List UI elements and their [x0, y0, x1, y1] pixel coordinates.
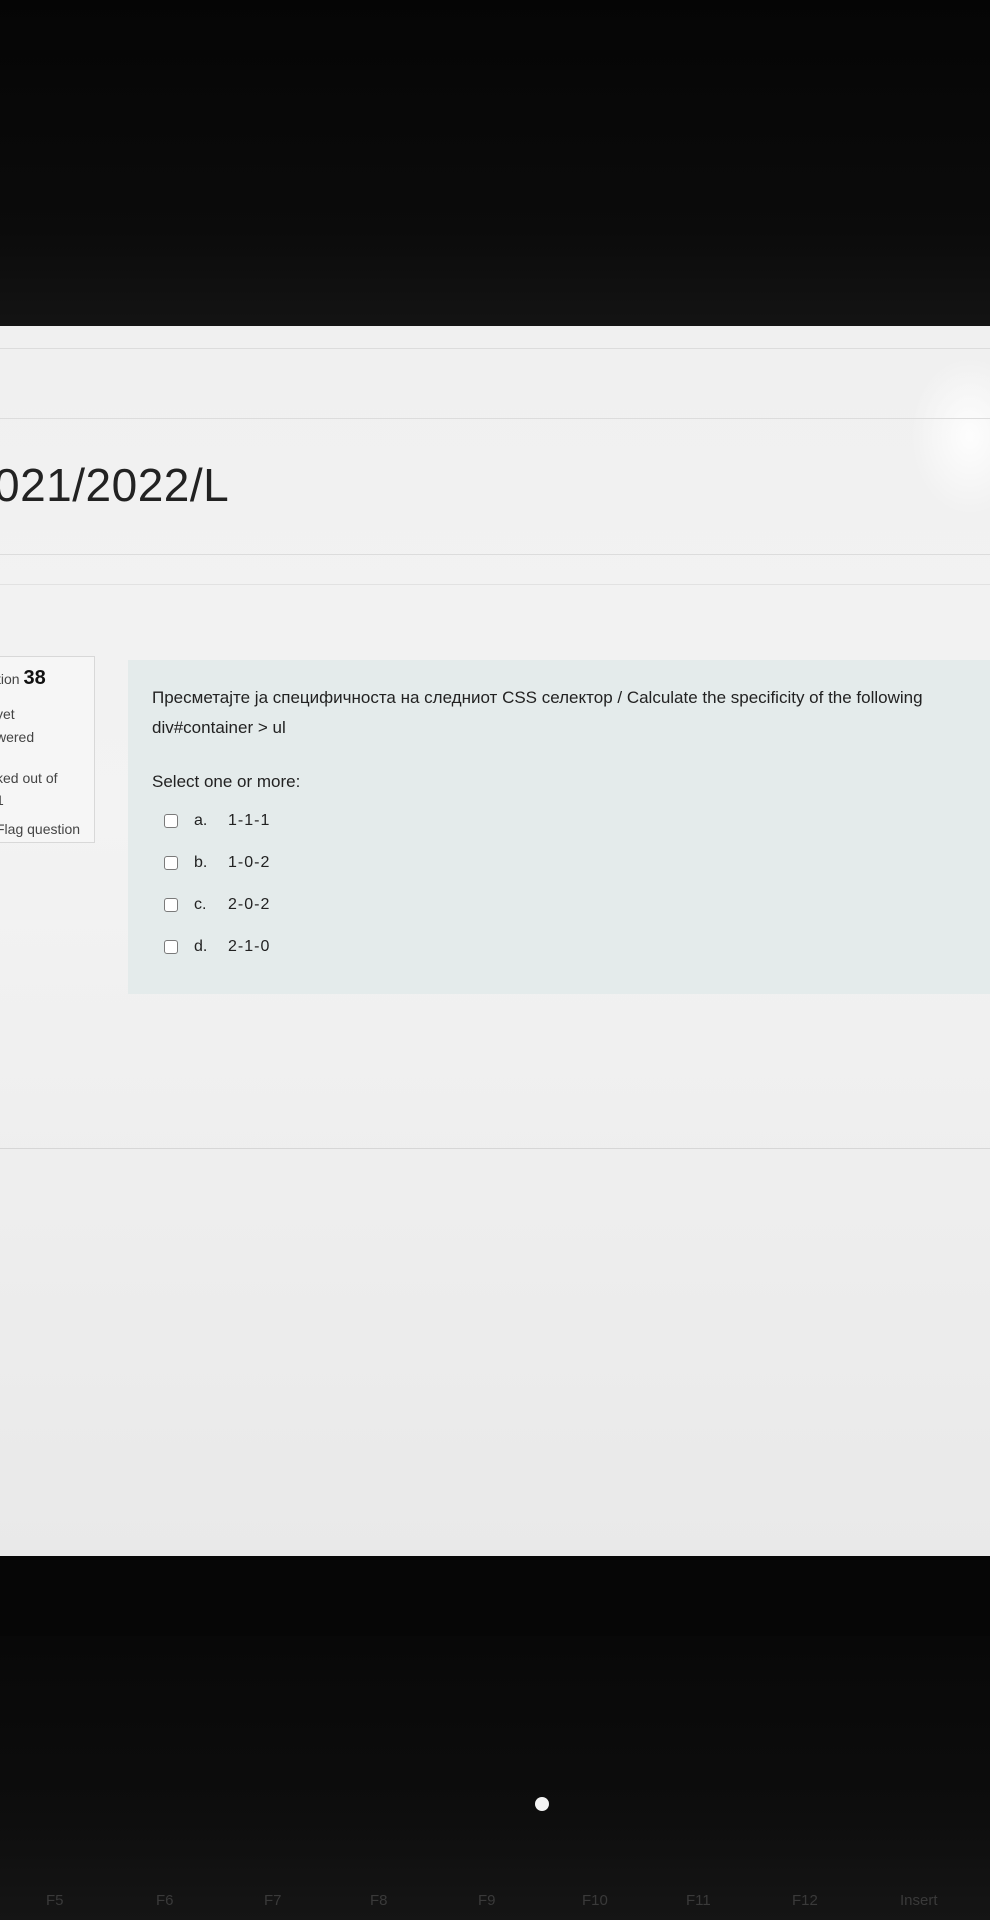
keyboard-function-row: F5 F6 F7 F8 F9 F10 F11 F12 Insert — [0, 1892, 990, 1918]
question-label: stion — [0, 671, 20, 687]
screen-glare — [910, 356, 990, 516]
key-f6: F6 — [156, 1892, 174, 1909]
answer-letter: a. — [194, 812, 208, 829]
answer-letter: c. — [194, 896, 207, 913]
top-divider — [0, 348, 990, 349]
power-indicator-icon — [535, 1797, 549, 1811]
question-state-line1: yet — [0, 706, 15, 722]
answer-value[interactable]: 2-1-0 — [228, 938, 270, 956]
question-number-value: 38 — [23, 667, 46, 689]
key-f9: F9 — [478, 1892, 496, 1909]
title-divider — [0, 554, 990, 555]
flag-question-link[interactable]: Flag question — [0, 821, 80, 837]
answer-prompt: Select one or more: — [152, 772, 301, 791]
question-info-box: stion 38 yet wered ked out of 1 Flag que… — [0, 656, 95, 843]
browser-screen: 021/2022/L stion 38 yet wered ked out of… — [0, 326, 990, 1556]
css-selector-text: div#container > ul — [152, 718, 286, 737]
key-f12: F12 — [792, 1892, 818, 1909]
key-f10: F10 — [582, 1892, 608, 1909]
answer-value[interactable]: 1-0-2 — [228, 854, 270, 872]
question-number: stion 38 — [0, 667, 46, 690]
question-state: yet wered — [0, 703, 34, 749]
header-divider — [0, 418, 990, 419]
question-grade-line2: 1 — [0, 789, 58, 811]
key-f11: F11 — [686, 1892, 711, 1909]
answer-value[interactable]: 1-1-1 — [228, 812, 270, 830]
question-grade-line1: ked out of — [0, 770, 58, 786]
course-title: 021/2022/L — [0, 459, 230, 511]
monitor-bezel-bottom — [0, 1636, 990, 1920]
answer-value[interactable]: 2-0-2 — [228, 896, 270, 914]
monitor-bezel-top — [0, 0, 990, 330]
answer-checkbox-d[interactable] — [164, 940, 178, 954]
answer-checkbox-a[interactable] — [164, 814, 178, 828]
question-grade: ked out of 1 — [0, 767, 58, 811]
content-divider — [0, 1148, 990, 1149]
key-f8: F8 — [370, 1892, 388, 1909]
key-f5: F5 — [46, 1892, 64, 1909]
answer-option-a[interactable]: a. 1-1-1 — [164, 800, 270, 842]
key-f7: F7 — [264, 1892, 282, 1909]
answer-letter: d. — [194, 938, 208, 955]
question-content: Пресметајте ја специфичноста на следниот… — [128, 660, 990, 994]
answer-checkbox-b[interactable] — [164, 856, 178, 870]
answer-letter: b. — [194, 854, 208, 871]
title-divider-2 — [0, 584, 990, 585]
question-text: Пресметајте ја специфичноста на следниот… — [152, 688, 923, 707]
answer-option-c[interactable]: c. 2-0-2 — [164, 884, 270, 926]
answer-option-b[interactable]: b. 1-0-2 — [164, 842, 270, 884]
question-state-line2: wered — [0, 729, 35, 745]
answer-checkbox-c[interactable] — [164, 898, 178, 912]
answer-list: a. 1-1-1 b. 1-0-2 c. 2-0-2 d. 2-1-0 — [164, 800, 270, 968]
answer-option-d[interactable]: d. 2-1-0 — [164, 926, 270, 968]
key-insert: Insert — [900, 1892, 938, 1909]
